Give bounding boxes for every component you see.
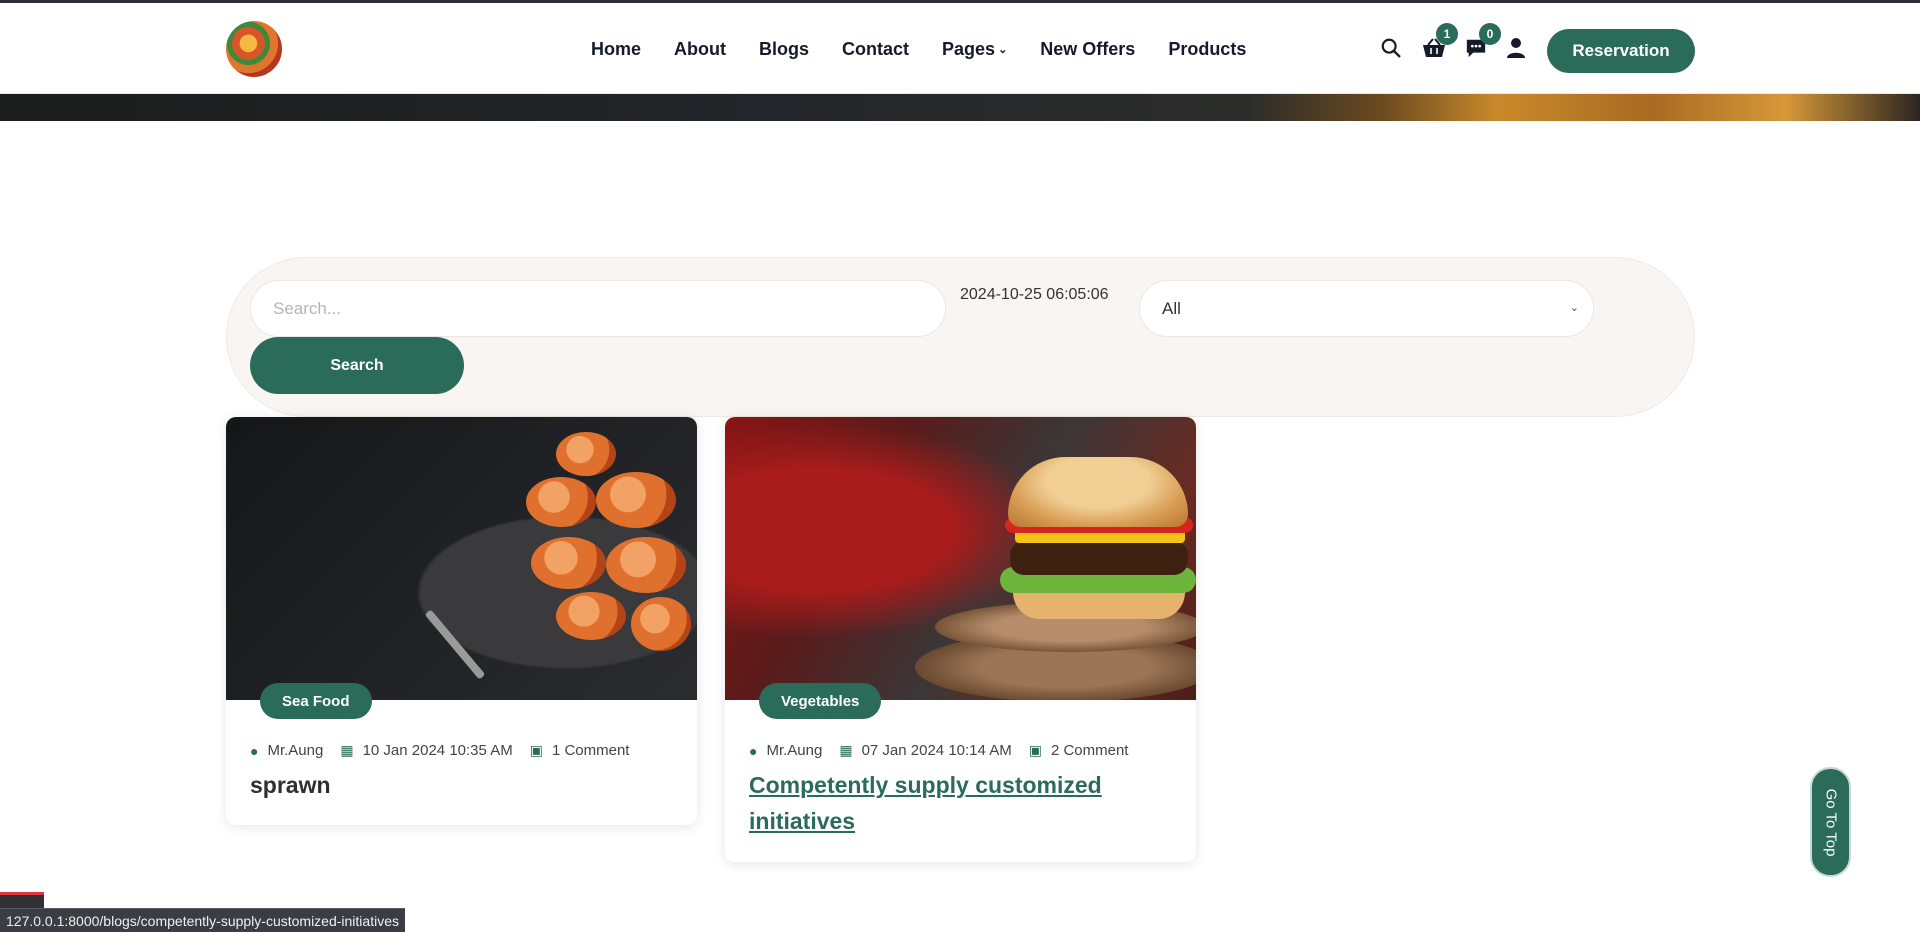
nav-about-label: About [674, 39, 726, 59]
user-icon[interactable] [1506, 37, 1530, 61]
post-meta: ● Mr.Aung ▦ 07 Jan 2024 10:14 AM ▣ 2 Com… [749, 742, 1128, 759]
basket-icon[interactable]: 1 [1422, 23, 1458, 61]
post-title[interactable]: sprawn [250, 767, 331, 803]
nav-blogs-label: Blogs [759, 39, 810, 59]
nav-products-label: Products [1168, 39, 1247, 59]
fork-graphic [424, 609, 486, 680]
hero-banner-edge [0, 94, 1920, 121]
category-select[interactable]: All ⌄ [1139, 280, 1594, 337]
post-date: 10 Jan 2024 10:35 AM [362, 742, 513, 759]
post-author: Mr.Aung [267, 742, 324, 759]
site-header: Home About Blogs Contact Pages ⌄ New Offe… [0, 3, 1920, 94]
post-author: Mr.Aung [766, 742, 823, 759]
nav-new-offers-label: New Offers [1040, 39, 1136, 59]
post-meta: ● Mr.Aung ▦ 10 Jan 2024 10:35 AM ▣ 1 Com… [250, 742, 629, 759]
blog-card-image[interactable] [226, 417, 697, 700]
nav-pages[interactable]: Pages ⌄ [942, 39, 1007, 60]
user-icon: ● [749, 742, 758, 759]
post-comments: 2 Comment [1050, 742, 1129, 759]
search-icon[interactable] [1380, 37, 1404, 61]
category-tag[interactable]: Sea Food [260, 683, 372, 719]
cart-count-badge: 1 [1436, 23, 1458, 45]
blog-card[interactable]: Vegetables ● Mr.Aung ▦ 07 Jan 2024 10:14… [725, 417, 1196, 862]
search-input[interactable] [250, 280, 946, 337]
chevron-down-icon: ⌄ [1569, 302, 1579, 314]
chat-icon[interactable]: 0 [1465, 23, 1501, 61]
go-to-top-button[interactable]: Go To Top [1810, 767, 1851, 877]
chevron-down-icon: ⌄ [998, 44, 1008, 56]
comments-icon: ▣ [1028, 742, 1042, 758]
search-button[interactable]: Search [250, 337, 464, 394]
current-timestamp: 2024-10-25 06:05:06 [960, 286, 1109, 303]
calendar-icon: ▦ [340, 742, 354, 758]
nav-home-label: Home [591, 39, 642, 59]
calendar-icon: ▦ [839, 742, 853, 758]
user-icon: ● [250, 742, 259, 759]
post-title[interactable]: Competently supply customized initiative… [749, 767, 1169, 839]
message-count-badge: 0 [1479, 23, 1501, 45]
main-nav: Home About Blogs Contact Pages ⌄ New Offe… [591, 39, 1279, 60]
post-date: 07 Jan 2024 10:14 AM [861, 742, 1012, 759]
blog-card[interactable]: Sea Food ● Mr.Aung ▦ 10 Jan 2024 10:35 A… [226, 417, 697, 825]
nav-new-offers[interactable]: New Offers [1040, 39, 1135, 60]
nav-home[interactable]: Home [591, 39, 641, 60]
nav-contact-label: Contact [842, 39, 910, 59]
browser-status-url: 127.0.0.1:8000/blogs/competently-supply-… [0, 908, 405, 932]
nav-blogs[interactable]: Blogs [759, 39, 809, 60]
nav-products[interactable]: Products [1168, 39, 1246, 60]
blog-card-image[interactable] [725, 417, 1196, 700]
reservation-button[interactable]: Reservation [1547, 29, 1695, 73]
comments-icon: ▣ [529, 742, 543, 758]
category-select-value: All [1162, 298, 1181, 318]
nav-about[interactable]: About [674, 39, 726, 60]
nav-pages-label: Pages [942, 39, 996, 59]
debug-toolbar-tab[interactable] [0, 892, 44, 908]
category-tag[interactable]: Vegetables [759, 683, 882, 719]
logo[interactable] [226, 21, 282, 77]
post-comments: 1 Comment [551, 742, 630, 759]
nav-contact[interactable]: Contact [842, 39, 909, 60]
go-to-top-label: Go To Top [1822, 788, 1839, 856]
